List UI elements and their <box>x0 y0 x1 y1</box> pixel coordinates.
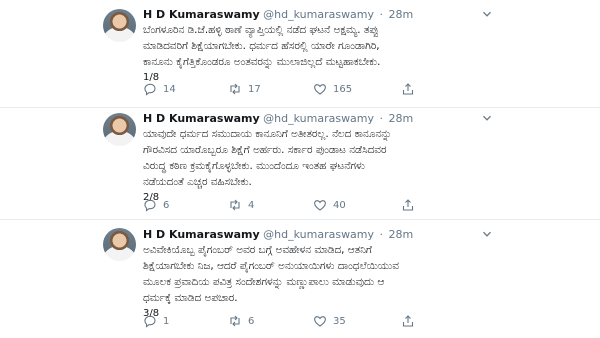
tweet-header: H D Kumaraswamy @hd_kumaraswamy · 28m <box>143 227 413 243</box>
retweet-button[interactable]: 4 <box>228 197 254 213</box>
timestamp[interactable]: 28m <box>389 112 414 125</box>
tweet[interactable]: H D Kumaraswamy @hd_kumaraswamy · 28m ಬೆ… <box>0 0 600 108</box>
chevron-down-icon[interactable] <box>482 113 492 123</box>
retweet-button[interactable]: 17 <box>228 81 261 97</box>
share-icon <box>402 315 414 327</box>
tweet-text-line: ಗೌರವಿಸದ ಯಾರೊಬ್ಬರೂ ಶಿಕ್ಷೆಗೆ ಅರ್ಹರು. ಸರ್ಕಾ… <box>143 144 387 156</box>
share-button[interactable] <box>401 313 415 329</box>
like-count: 35 <box>333 315 346 327</box>
tweet-text-line: ಯಾವುದೇ ಧರ್ಮದ ಸಮುದಾಯ ಕಾನೂನಿಗೆ ಅತೀತರಲ್ಲ. ನ… <box>143 128 392 140</box>
heart-icon <box>314 316 326 327</box>
avatar[interactable] <box>103 228 136 261</box>
avatar[interactable] <box>103 113 136 146</box>
tweet-header: H D Kumaraswamy @hd_kumaraswamy · 28m <box>143 7 413 23</box>
tweet-text: ಅವಿವೇಕಿಯೊಬ್ಬ ಪೈಗಂಬರ್ ಅವರ ಬಗ್ಗೆ ಅವಹೇಳನ ಮಾ… <box>143 242 498 322</box>
tweet-text-line: ಶಿಕ್ಷೆಯಾಗಬೇಕು ನಿಜ, ಆದರೆ ಪೈಗಂಬರ್ ಅನುಯಾಯಿಗ… <box>143 260 399 272</box>
timestamp[interactable]: 28m <box>389 8 414 21</box>
chevron-down-icon[interactable] <box>482 9 492 19</box>
tweet-text: ಬೆಂಗಳೂರಿನ ಡಿ.ಜೆ.ಹಳ್ಳಿ ಠಾಣೆ ವ್ಯಾಪ್ತಿಯಲ್ಲಿ… <box>143 22 498 86</box>
retweet-count: 4 <box>248 199 255 211</box>
tweet-actions: 14 17 165 <box>143 81 498 97</box>
tweet-actions: 1 6 35 <box>143 313 498 329</box>
separator: · <box>379 228 384 241</box>
tweet-thread: H D Kumaraswamy @hd_kumaraswamy · 28m ಬೆ… <box>0 0 600 338</box>
retweet-count: 17 <box>248 83 261 95</box>
like-count: 40 <box>333 199 346 211</box>
reply-count: 14 <box>163 83 176 95</box>
reply-icon <box>144 315 156 328</box>
share-button[interactable] <box>401 197 415 213</box>
retweet-icon <box>230 83 240 95</box>
separator: · <box>379 8 384 21</box>
avatar[interactable] <box>103 9 136 42</box>
like-button[interactable]: 40 <box>313 197 346 213</box>
heart-icon <box>314 84 326 95</box>
share-button[interactable] <box>401 81 415 97</box>
author-name[interactable]: H D Kumaraswamy <box>143 8 260 21</box>
like-count: 165 <box>333 83 353 95</box>
reply-icon <box>144 83 156 96</box>
tweet-text-line: ಬೆಂಗಳೂರಿನ ಡಿ.ಜೆ.ಹಳ್ಳಿ ಠಾಣೆ ವ್ಯಾಪ್ತಿಯಲ್ಲಿ… <box>143 24 379 36</box>
retweet-button[interactable]: 6 <box>228 313 254 329</box>
author-handle[interactable]: @hd_kumaraswamy <box>263 112 374 125</box>
like-button[interactable]: 165 <box>313 81 352 97</box>
tweet[interactable]: H D Kumaraswamy @hd_kumaraswamy · 28m ಯಾ… <box>0 108 600 220</box>
reply-button[interactable]: 14 <box>143 81 176 97</box>
tweet-text-line: ಅವಿವೇಕಿಯೊಬ್ಬ ಪೈಗಂಬರ್ ಅವರ ಬಗ್ಗೆ ಅವಹೇಳನ ಮಾ… <box>143 244 372 256</box>
separator: · <box>379 112 384 125</box>
tweet-actions: 6 4 40 <box>143 197 498 213</box>
reply-count: 1 <box>163 315 170 327</box>
reply-button[interactable]: 6 <box>143 197 169 213</box>
timestamp[interactable]: 28m <box>389 228 414 241</box>
author-name[interactable]: H D Kumaraswamy <box>143 228 260 241</box>
share-icon <box>402 199 414 211</box>
retweet-count: 6 <box>248 315 255 327</box>
share-icon <box>402 83 414 95</box>
tweet-text-line: ಧರ್ಮಕ್ಕೆ ಮಾಡಿದ ಅಪಚಾರ. <box>143 292 238 304</box>
tweet-text-line: ಕಾನೂನು ಕೈಗೆತ್ತಿಕೊಂಡರೂ ಅಂತವರನ್ನು ಮುಲಾಜಿಲ್… <box>143 56 381 68</box>
tweet-header: H D Kumaraswamy @hd_kumaraswamy · 28m <box>143 111 413 127</box>
chevron-down-icon[interactable] <box>482 229 492 239</box>
tweet-text-line: ನಡೆಯದಂತೆ ಎಚ್ಚರ ವಹಿಸಬೇಕು. <box>143 176 252 188</box>
author-handle[interactable]: @hd_kumaraswamy <box>263 228 374 241</box>
tweet-text: ಯಾವುದೇ ಧರ್ಮದ ಸಮುದಾಯ ಕಾನೂನಿಗೆ ಅತೀತರಲ್ಲ. ನ… <box>143 126 498 206</box>
like-button[interactable]: 35 <box>313 313 346 329</box>
tweet-text-line: ವಿರುದ್ಧ ಕಠಿಣ ಕ್ರಮಕೈಗೊಳ್ಳಬೇಕು. ಮುಂದೆಂದೂ ಇ… <box>143 160 365 172</box>
tweet-text-line: ಮಾಡಿದವರಿಗೆ ಶಿಕ್ಷೆಯಾಗಬೇಕು. ಧರ್ಮದ ಹೆಸರಲ್ಲಿ… <box>143 40 380 52</box>
heart-icon <box>314 200 326 211</box>
author-name[interactable]: H D Kumaraswamy <box>143 112 260 125</box>
retweet-icon <box>230 315 240 327</box>
reply-count: 6 <box>163 199 170 211</box>
reply-icon <box>144 199 156 212</box>
tweet[interactable]: H D Kumaraswamy @hd_kumaraswamy · 28m ಅವ… <box>0 220 600 338</box>
author-handle[interactable]: @hd_kumaraswamy <box>263 8 374 21</box>
retweet-icon <box>230 199 240 211</box>
reply-button[interactable]: 1 <box>143 313 169 329</box>
tweet-text-line: ಮೂಲಕ ಪ್ರವಾದಿಯ ಪವಿತ್ರ ಸಂದೇಶಗಳನ್ನು ಮಣ್ಣುಪಾ… <box>143 276 385 288</box>
